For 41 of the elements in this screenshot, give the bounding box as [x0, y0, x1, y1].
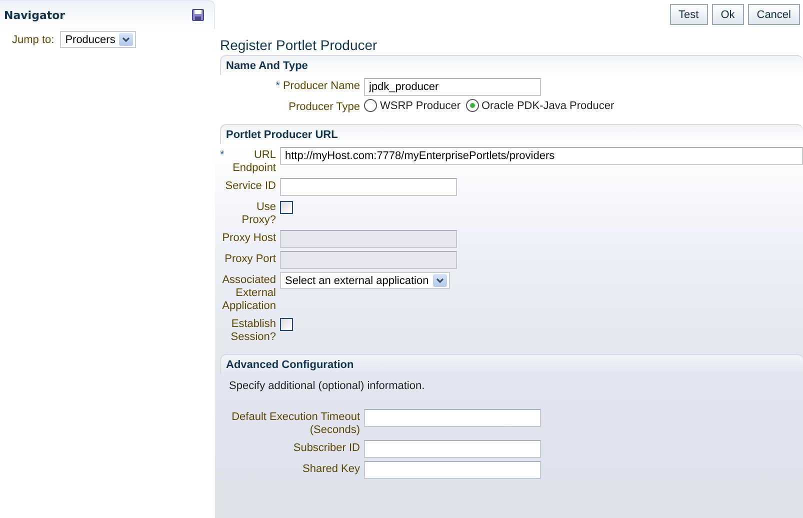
- checkbox[interactable]: [280, 201, 293, 214]
- radio-label: Oracle PDK-Java Producer: [482, 100, 614, 112]
- field-label: Shared Key: [302, 463, 360, 476]
- section-title: Advanced Configuration: [226, 358, 354, 370]
- field-label: Service ID: [225, 180, 276, 193]
- input-field[interactable]: [280, 178, 457, 196]
- field-label: Use Proxy?: [240, 201, 276, 227]
- jump-to-label: Jump to:: [12, 34, 54, 46]
- toolbar-button[interactable]: Ok: [712, 4, 744, 25]
- radio-button[interactable]: [364, 99, 377, 112]
- section-title: Name And Type: [226, 60, 308, 72]
- toolbar-button[interactable]: Cancel: [748, 4, 800, 25]
- input-field[interactable]: http://myHost.com:7778/myEnterprisePortlets/providers: [280, 147, 803, 165]
- field-label: Proxy Port: [224, 253, 276, 266]
- field-label: Subscriber ID: [293, 442, 360, 455]
- field-label: Producer Name: [282, 80, 360, 93]
- section-description: Specify additional (optional) information.: [228, 379, 426, 394]
- input-field[interactable]: [364, 440, 541, 458]
- section-title: Portlet Producer URL: [226, 128, 338, 140]
- checkbox[interactable]: [280, 318, 293, 331]
- toolbar-button[interactable]: Test: [670, 4, 708, 25]
- input-field[interactable]: [364, 409, 541, 427]
- caret-icon: [119, 33, 134, 46]
- navigator-title: Navigator: [4, 8, 66, 22]
- required-mark: *: [220, 149, 224, 162]
- field-label: Producer Type: [288, 101, 360, 114]
- input-field[interactable]: jpdk_producer: [364, 78, 541, 96]
- page-title: Register Portlet Producer: [220, 37, 378, 53]
- field-label: Proxy Host: [222, 232, 276, 245]
- save-icon[interactable]: [192, 9, 204, 21]
- radio-label: WSRP Producer: [380, 100, 460, 112]
- field-label: Default Execution Timeout (Seconds): [230, 411, 360, 437]
- radio-button[interactable]: [466, 99, 478, 112]
- dropdown[interactable]: Select an external application: [280, 272, 450, 289]
- field-label: Associated External Application: [221, 274, 276, 313]
- caret-icon: [432, 274, 447, 287]
- input-field[interactable]: [364, 461, 541, 479]
- field-label: URL Endpoint: [232, 149, 276, 175]
- required-mark: *: [276, 80, 280, 93]
- jump-to-dropdown[interactable]: Producers: [60, 31, 136, 48]
- field-label: Establish Session?: [230, 318, 276, 344]
